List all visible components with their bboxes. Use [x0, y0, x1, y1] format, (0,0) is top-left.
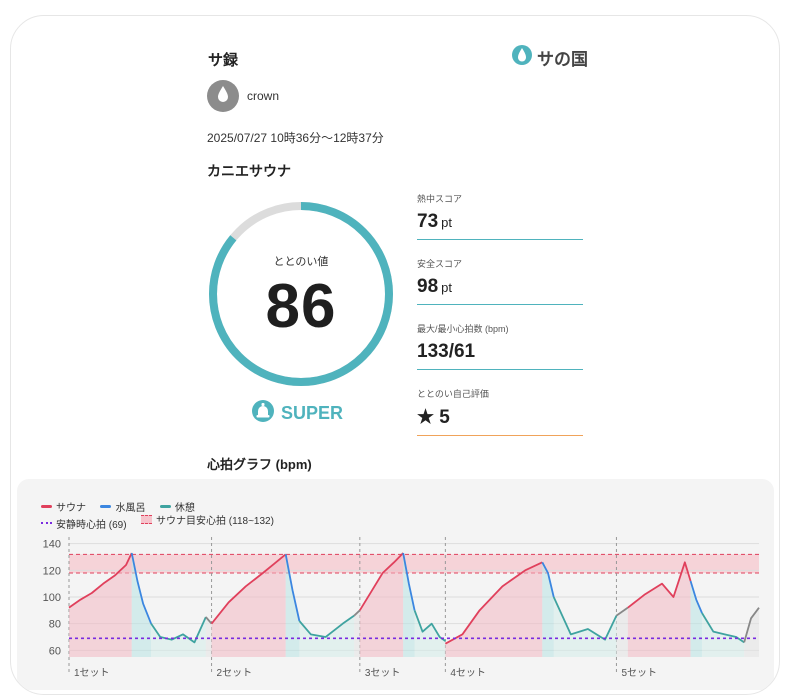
session-datetime: 2025/07/27 10時36分〜12時37分 — [207, 131, 384, 145]
heart-rate-chart-panel: サウナ 水風呂 休憩 安静時心拍 (69) サウナ目安心拍 (118~132) … — [17, 479, 774, 690]
y-tick-label: 80 — [49, 619, 61, 631]
chart-legend-refs: 安静時心拍 (69) サウナ目安心拍 (118~132) — [41, 511, 284, 531]
stat-safety-score: 安全スコア 98 pt — [417, 257, 583, 305]
stat-label: ととのい自己評価 — [417, 389, 489, 399]
facility-name[interactable]: カニエサウナ — [207, 161, 291, 181]
stat-value: 98 pt — [417, 276, 452, 297]
segment-fill-rest — [701, 613, 745, 657]
user-info[interactable]: crown — [207, 80, 279, 112]
set-label: 4セット — [450, 667, 486, 679]
stat-self-rating: ととのい自己評価 ★ 5 — [417, 387, 583, 436]
set-label: 1セット — [74, 667, 110, 679]
rank-label: SUPER — [281, 403, 344, 423]
stat-heat-score: 熱中スコア 73 pt — [417, 192, 583, 240]
segment-fill-sauna — [445, 562, 543, 657]
segment-fill-sauna — [627, 562, 691, 657]
heart-rate-chart: 60 80 100 120 140 1セット 2セット 3セット 4セット 5セット — [43, 537, 760, 679]
set-label: 5セット — [621, 667, 657, 679]
page-title: サ録 — [208, 52, 239, 69]
gauge-value: 86 — [265, 272, 337, 341]
stat-label: 熱中スコア — [417, 194, 463, 204]
stat-heart-rate: 最大/最小心拍数 (bpm) 133/61 — [417, 322, 583, 370]
set-label: 2セット — [217, 667, 253, 679]
stat-divider — [417, 304, 583, 305]
heart-rate-title: 心拍グラフ (bpm) — [207, 457, 312, 472]
water-drop-icon — [511, 44, 533, 71]
stat-label: 最大/最小心拍数 (bpm) — [417, 324, 509, 334]
gauge-label: ととのい値 — [273, 256, 329, 268]
session-card: サ録 サの国 crown 2025/07/27 10時36分〜12時37分 カニ… — [10, 15, 780, 695]
bell-icon — [251, 399, 275, 428]
logo-text: サの国 — [537, 50, 588, 69]
brand-logo[interactable]: サの国 — [511, 44, 588, 71]
stat-label: 安全スコア — [417, 259, 463, 269]
segment-fill-rest — [553, 597, 617, 657]
stat-value: 73 pt — [417, 211, 452, 232]
legend-target-band: サウナ目安心拍 (118~132) — [141, 512, 274, 527]
segment-fill-other — [354, 610, 360, 657]
avatar[interactable] — [207, 80, 239, 112]
y-tick-label: 140 — [43, 539, 61, 551]
water-drop-icon — [215, 85, 231, 108]
stat-divider — [417, 369, 583, 370]
y-tick-label: 120 — [43, 565, 61, 577]
y-tick-label: 100 — [43, 592, 61, 604]
stat-divider — [417, 239, 583, 240]
y-tick-label: 60 — [49, 645, 61, 657]
segment-fill-rest — [414, 610, 446, 657]
stat-value: ★ 5 — [417, 407, 450, 428]
set-label: 3セット — [365, 667, 401, 679]
segment-fill-water — [690, 581, 702, 657]
stat-divider — [417, 435, 583, 436]
user-name: crown — [247, 89, 280, 103]
stat-value: 133/61 — [417, 341, 476, 362]
rank-badge: SUPER — [251, 399, 343, 428]
